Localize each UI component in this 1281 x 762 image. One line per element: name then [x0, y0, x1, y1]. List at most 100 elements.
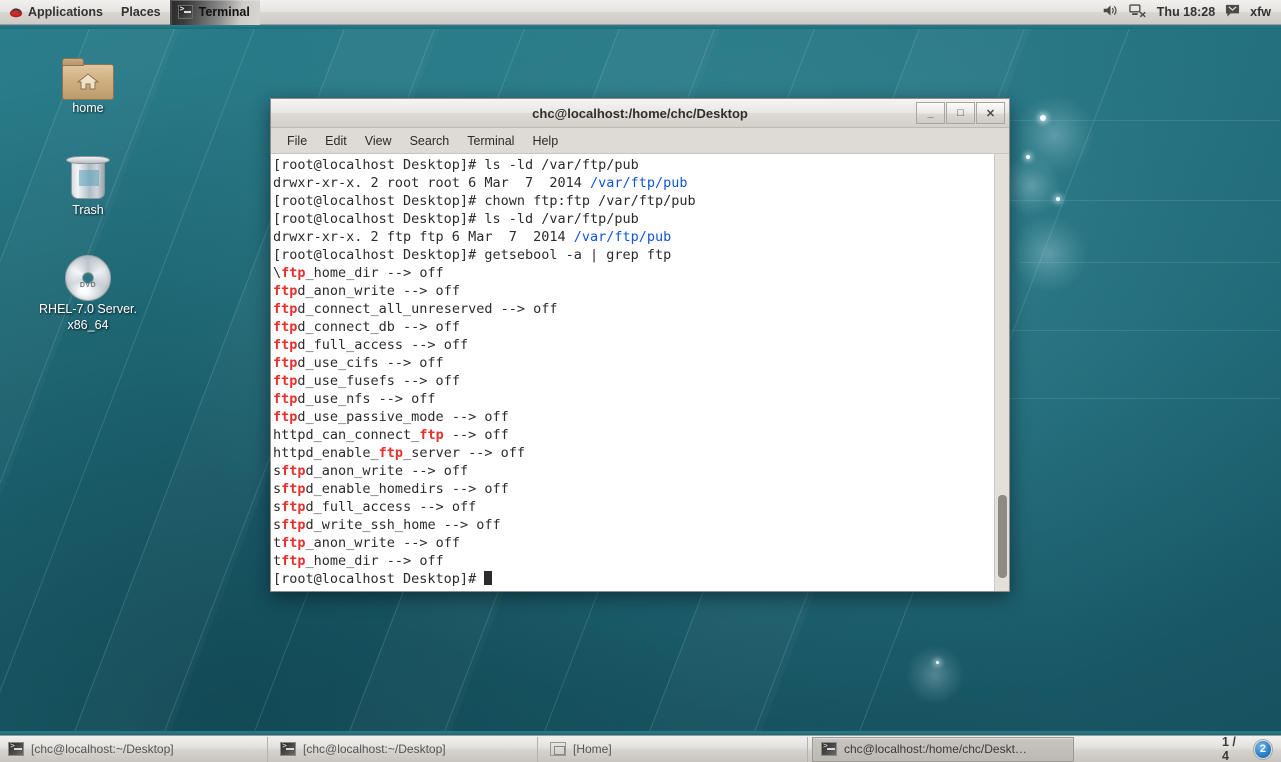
terminal-titlebar[interactable]: chc@localhost:/home/chc/Desktop _ □ ✕ — [271, 99, 1009, 128]
menu-view[interactable]: View — [357, 132, 400, 150]
terminal-line: ftpd_connect_all_unreserved --> off — [273, 300, 994, 318]
task-home[interactable]: [Home] — [542, 736, 808, 762]
task-terminal-1[interactable]: [chc@localhost:~/Desktop] — [0, 736, 268, 762]
terminal-text: _server --> off — [403, 445, 525, 461]
terminal-match-text: ftp — [281, 499, 306, 515]
terminal-line: sftpd_enable_homedirs --> off — [273, 480, 994, 498]
house-icon — [76, 73, 100, 90]
menu-places-label: Places — [121, 5, 161, 19]
workspace-switcher[interactable]: 1 / 4 2 — [1222, 735, 1281, 762]
terminal-line: ftpd_use_passive_mode --> off — [273, 408, 994, 426]
terminal-match-text: ftp — [419, 427, 444, 443]
desktop-icon-label-line2: x86_64 — [67, 318, 109, 332]
terminal-output[interactable]: [root@localhost Desktop]# ls -ld /var/ft… — [271, 154, 994, 591]
terminal-icon — [280, 741, 296, 756]
maximize-button[interactable]: □ — [946, 102, 975, 124]
terminal-text: d_full_access --> off — [305, 499, 477, 515]
menu-file[interactable]: File — [279, 132, 315, 150]
system-tray: Thu 18:28 xfw — [1102, 3, 1281, 21]
terminal-line: drwxr-xr-x. 2 ftp ftp 6 Mar 7 2014 /var/… — [273, 228, 994, 246]
terminal-text: d_use_nfs --> off — [297, 391, 436, 407]
terminal-text: d_use_passive_mode --> off — [297, 409, 509, 425]
terminal-path-text: /var/ftp/pub — [573, 229, 672, 245]
clock[interactable]: Thu 18:28 — [1157, 5, 1215, 19]
terminal-match-text: ftp — [281, 481, 306, 497]
terminal-text: httpd_can_connect_ — [273, 427, 420, 443]
terminal-icon — [177, 4, 193, 19]
terminal-text: d_write_ssh_home --> off — [305, 517, 501, 533]
window-controls: _ □ ✕ — [915, 102, 1005, 124]
terminal-text: d_full_access --> off — [297, 337, 469, 353]
terminal-line: ftpd_use_fusefs --> off — [273, 372, 994, 390]
terminal-line: sftpd_write_ssh_home --> off — [273, 516, 994, 534]
task-label: chc@localhost:/home/chc/Deskt… — [844, 742, 1027, 756]
minimize-button[interactable]: _ — [916, 102, 945, 124]
terminal-scrollbar[interactable] — [994, 154, 1009, 591]
terminal-text: s — [273, 481, 282, 497]
terminal-scrollbar-thumb[interactable] — [998, 495, 1007, 578]
menu-help[interactable]: Help — [524, 132, 566, 150]
network-disconnected-icon[interactable] — [1129, 3, 1147, 21]
task-terminal-2[interactable]: [chc@localhost:~/Desktop] — [272, 736, 538, 762]
terminal-match-text: ftp — [273, 337, 298, 353]
terminal-match-text: ftp — [273, 373, 298, 389]
user-label[interactable]: xfw — [1250, 5, 1271, 19]
folder-home-icon — [28, 44, 148, 100]
terminal-line: \ftp_home_dir --> off — [273, 264, 994, 282]
terminal-text: _anon_write --> off — [305, 535, 460, 551]
terminal-text: s — [273, 463, 282, 479]
terminal-line: sftpd_anon_write --> off — [273, 462, 994, 480]
terminal-text: drwxr-xr-x. 2 ftp ftp 6 Mar 7 2014 — [273, 229, 574, 245]
terminal-text: [root@localhost Desktop]# chown ftp:ftp … — [273, 193, 696, 209]
terminal-text: [root@localhost Desktop]# getsebool -a |… — [273, 247, 672, 263]
workspace-badge[interactable]: 2 — [1253, 739, 1272, 759]
message-icon[interactable] — [1225, 4, 1240, 21]
terminal-match-text: ftp — [281, 265, 306, 281]
terminal-line: [root@localhost Desktop]# getsebool -a |… — [273, 246, 994, 264]
terminal-text: t — [273, 535, 282, 551]
menu-search[interactable]: Search — [402, 132, 458, 150]
terminal-text: [root@localhost Desktop]# — [273, 571, 485, 587]
dvd-disc-icon: DVD — [28, 245, 148, 301]
terminal-line: [root@localhost Desktop]# chown ftp:ftp … — [273, 192, 994, 210]
terminal-window[interactable]: chc@localhost:/home/chc/Desktop _ □ ✕ Fi… — [270, 98, 1010, 592]
menu-applications[interactable]: Applications — [0, 0, 112, 25]
desktop-icon-label: home — [72, 101, 104, 115]
taskbar-window-list: [chc@localhost:~/Desktop] [chc@localhost:… — [0, 736, 1222, 762]
menu-applications-label: Applications — [28, 5, 104, 19]
terminal-match-text: ftp — [273, 409, 298, 425]
window-list-item-terminal[interactable]: Terminal — [169, 0, 260, 25]
terminal-match-text: ftp — [281, 553, 306, 569]
terminal-text: d_use_cifs --> off — [297, 355, 444, 371]
terminal-line: httpd_can_connect_ftp --> off — [273, 426, 994, 444]
task-terminal-3[interactable]: chc@localhost:/home/chc/Deskt… — [812, 736, 1074, 762]
window-title: chc@localhost:/home/chc/Desktop — [532, 105, 748, 121]
terminal-text: t — [273, 553, 282, 569]
terminal-line: ftpd_anon_write --> off — [273, 282, 994, 300]
terminal-match-text: ftp — [281, 463, 306, 479]
menu-terminal[interactable]: Terminal — [459, 132, 522, 150]
terminal-text: d_connect_db --> off — [297, 319, 460, 335]
terminal-text: \ — [273, 265, 282, 281]
terminal-path-text: /var/ftp/pub — [589, 175, 688, 191]
terminal-match-text: ftp — [281, 517, 306, 533]
terminal-line: tftp_home_dir --> off — [273, 552, 994, 570]
terminal-text: [root@localhost Desktop]# ls -ld /var/ft… — [273, 211, 639, 227]
desktop-icon-trash[interactable]: Trash — [28, 146, 148, 218]
terminal-body: [root@localhost Desktop]# ls -ld /var/ft… — [271, 153, 1009, 591]
desktop-icon-home[interactable]: home — [28, 44, 148, 116]
terminal-text: drwxr-xr-x. 2 root root 6 Mar 7 2014 — [273, 175, 590, 191]
terminal-text: s — [273, 499, 282, 515]
terminal-line: sftpd_full_access --> off — [273, 498, 994, 516]
menu-edit[interactable]: Edit — [317, 132, 355, 150]
terminal-match-text: ftp — [273, 319, 298, 335]
close-button[interactable]: ✕ — [976, 102, 1005, 124]
menu-places[interactable]: Places — [112, 0, 170, 25]
terminal-line: ftpd_full_access --> off — [273, 336, 994, 354]
terminal-text: s — [273, 517, 282, 533]
volume-icon[interactable] — [1102, 3, 1119, 21]
terminal-line: ftpd_use_nfs --> off — [273, 390, 994, 408]
terminal-menubar: File Edit View Search Terminal Help — [271, 128, 1009, 153]
terminal-line: ftpd_use_cifs --> off — [273, 354, 994, 372]
desktop-icon-rhel-dvd[interactable]: DVD RHEL-7.0 Server. x86_64 — [28, 245, 148, 333]
